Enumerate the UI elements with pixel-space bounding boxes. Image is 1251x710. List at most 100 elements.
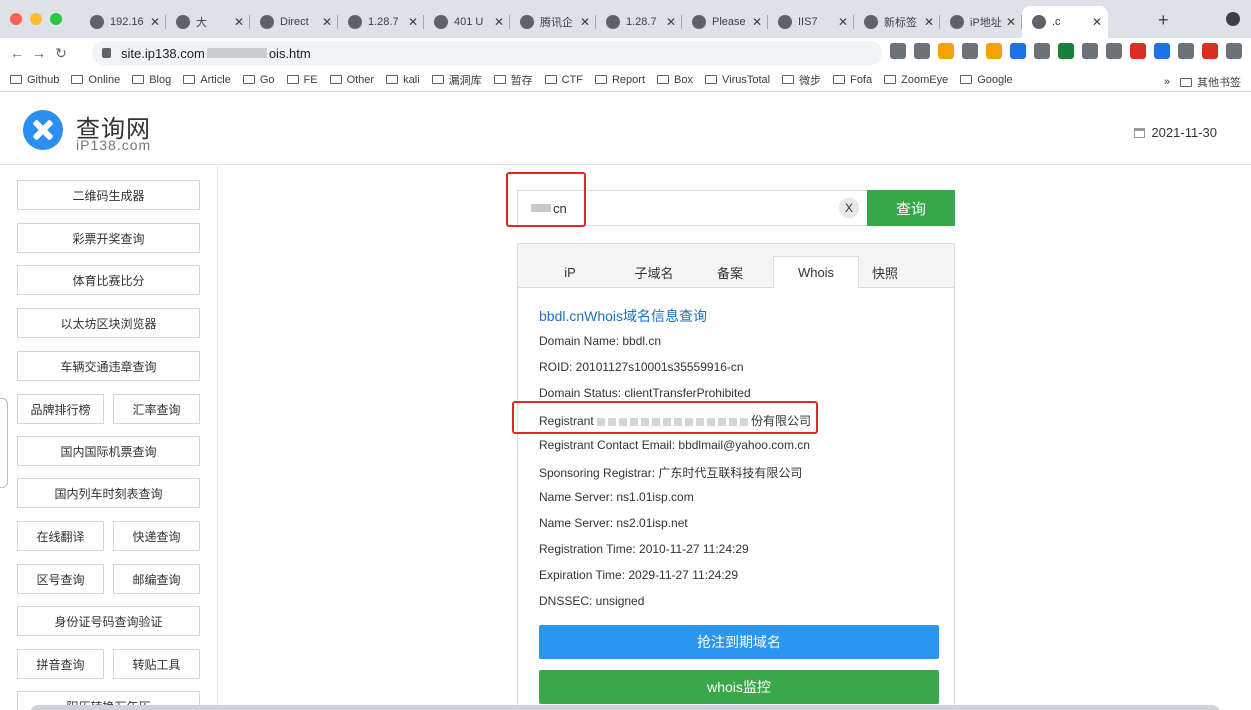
sidebar-tool-button[interactable]: 在线翻译 <box>17 521 104 551</box>
bookmark-item[interactable]: 微步 <box>782 72 821 88</box>
php-extension-icon[interactable] <box>1010 43 1026 59</box>
site-header: 查询网 iP138.com 2021-11-30 <box>0 93 1251 165</box>
bookmark-label: Other <box>346 73 375 86</box>
back-arrow-icon[interactable]: ← <box>6 45 28 61</box>
bookmark-item[interactable]: Online <box>71 74 120 86</box>
bookmark-item[interactable]: Github <box>10 74 59 86</box>
close-tab-icon[interactable]: ✕ <box>1006 15 1016 29</box>
bookmark-label: kali <box>403 73 420 86</box>
bookmark-item[interactable]: 暂存 <box>493 72 533 88</box>
puzzle-icon[interactable] <box>1178 43 1194 59</box>
ip-extension-icon[interactable] <box>986 43 1002 59</box>
close-tab-icon[interactable]: ✕ <box>322 15 332 29</box>
sidebar-tool-button[interactable]: 以太坊区块浏览器 <box>17 308 200 338</box>
address-bar[interactable]: site.ip138.com ois.htm <box>92 41 882 65</box>
bookmark-item[interactable]: Blog <box>132 74 171 86</box>
sidebar-tool-button[interactable]: 车辆交通违章查询 <box>17 351 200 381</box>
wrench-logo-icon[interactable] <box>23 110 63 150</box>
whois-title[interactable]: bbdl.cnWhois域名信息查询 <box>539 306 707 326</box>
close-tab-icon[interactable]: ✕ <box>838 15 848 29</box>
browser-tab[interactable]: IIS7 ✕ <box>768 6 854 38</box>
tab-search-icon[interactable] <box>1226 12 1240 26</box>
forward-arrow-icon[interactable]: → <box>28 45 50 61</box>
bookmark-item[interactable]: Report <box>594 74 645 86</box>
whois-monitor-button[interactable]: whois监控 <box>539 670 939 704</box>
query-button[interactable]: 查询 <box>867 190 955 226</box>
extension-icon[interactable] <box>1034 43 1050 59</box>
clear-input-button[interactable]: X <box>839 198 859 218</box>
browser-tab[interactable]: 1.28.7 ✕ <box>596 6 682 38</box>
star-icon[interactable] <box>914 43 930 59</box>
bookmarks-more-button[interactable]: » <box>1164 76 1170 88</box>
extension-icon[interactable] <box>1082 43 1098 59</box>
result-tab[interactable]: 快照 <box>858 256 912 288</box>
bookmark-item[interactable]: Other <box>329 73 375 86</box>
expired-domain-button[interactable]: 抢注到期域名 <box>539 625 939 659</box>
sidebar-tool-button[interactable]: 品牌排行榜 <box>17 394 104 424</box>
bookmark-item[interactable]: Go <box>242 74 275 86</box>
sidebar-tool-button[interactable]: 二维码生成器 <box>17 180 200 210</box>
bookmark-item[interactable]: VirusTotal <box>704 74 770 86</box>
result-tab[interactable]: iP <box>548 256 592 288</box>
bookmark-item[interactable]: kali <box>386 74 420 86</box>
bookmark-item[interactable]: Google <box>960 74 1013 86</box>
browser-tab[interactable]: 大 ✕ <box>166 6 250 38</box>
browser-tab[interactable]: Please ✕ <box>682 6 768 38</box>
extension-icon[interactable] <box>1058 43 1074 59</box>
other-bookmarks-folder[interactable]: 其他书签 <box>1180 74 1241 90</box>
sidebar-tool-button[interactable]: 区号查询 <box>17 564 104 594</box>
extension-icon[interactable] <box>1154 43 1170 59</box>
browser-tab[interactable]: 1.28.7 ✕ <box>338 6 424 38</box>
bookmark-item[interactable]: 漏洞库 <box>431 72 482 88</box>
minimize-window-button[interactable] <box>30 13 42 25</box>
close-tab-icon[interactable]: ✕ <box>752 15 762 29</box>
close-tab-icon[interactable]: ✕ <box>494 15 504 29</box>
result-tab[interactable]: 子域名 <box>618 256 690 288</box>
sidebar-tool-button[interactable]: 邮编查询 <box>113 564 200 594</box>
new-tab-button[interactable]: + <box>1158 10 1169 31</box>
extension-icon[interactable] <box>1106 43 1122 59</box>
close-tab-icon[interactable]: ✕ <box>234 15 244 29</box>
close-tab-icon[interactable]: ✕ <box>924 15 934 29</box>
sidebar-tool-button[interactable]: 体育比赛比分 <box>17 265 200 295</box>
close-tab-icon[interactable]: ✕ <box>666 15 676 29</box>
bookmark-item[interactable]: FE <box>286 74 318 86</box>
extension-icon[interactable] <box>962 43 978 59</box>
reload-icon[interactable]: ↻ <box>50 45 72 62</box>
sidebar-tool-button[interactable]: 彩票开奖查询 <box>17 223 200 253</box>
more-menu-icon[interactable] <box>1226 43 1242 59</box>
maximize-window-button[interactable] <box>50 13 62 25</box>
browser-tab[interactable]: iP地址 ✕ <box>940 6 1022 38</box>
profile-avatar[interactable] <box>1202 43 1218 59</box>
close-tab-icon[interactable]: ✕ <box>150 15 160 29</box>
browser-tab[interactable]: 401 U ✕ <box>424 6 510 38</box>
sidebar-tool-button[interactable]: 国内国际机票查询 <box>17 436 200 466</box>
extension-icon[interactable] <box>1130 43 1146 59</box>
browser-tab[interactable]: Direct ✕ <box>250 6 338 38</box>
bookmark-item[interactable]: Fofa <box>833 74 872 86</box>
close-tab-icon[interactable]: ✕ <box>580 15 590 29</box>
bookmark-item[interactable]: Box <box>657 74 693 86</box>
sidebar-scroll-handle[interactable] <box>0 398 8 488</box>
extension-icon[interactable] <box>938 43 954 59</box>
sidebar-tool-button[interactable]: 转贴工具 <box>113 649 200 679</box>
browser-tab[interactable]: 192.16 ✕ <box>80 6 166 38</box>
bookmark-item[interactable]: ZoomEye <box>884 74 948 86</box>
sidebar-tool-button[interactable]: 拼音查询 <box>17 649 104 679</box>
result-tab[interactable]: Whois <box>773 256 859 289</box>
sidebar-tool-button[interactable]: 汇率查询 <box>113 394 200 424</box>
browser-tab[interactable]: 腾讯企 ✕ <box>510 6 596 38</box>
bookmark-item[interactable]: CTF <box>544 74 583 86</box>
close-tab-icon[interactable]: ✕ <box>1092 15 1102 29</box>
whois-field: Name Server: ns2.01isp.net <box>539 516 688 530</box>
sidebar-tool-button[interactable]: 身份证号码查询验证 <box>17 606 200 636</box>
sidebar-tool-button[interactable]: 快递查询 <box>113 521 200 551</box>
browser-tab[interactable]: .c ✕ <box>1022 6 1108 38</box>
bookmark-item[interactable]: Article <box>183 74 231 86</box>
sidebar-tool-button[interactable]: 国内列车时刻表查询 <box>17 478 200 508</box>
result-tab[interactable]: 备案 <box>702 256 758 288</box>
browser-tab[interactable]: 新标签 ✕ <box>854 6 940 38</box>
translate-icon[interactable] <box>890 43 906 59</box>
close-tab-icon[interactable]: ✕ <box>408 15 418 29</box>
close-window-button[interactable] <box>10 13 22 25</box>
